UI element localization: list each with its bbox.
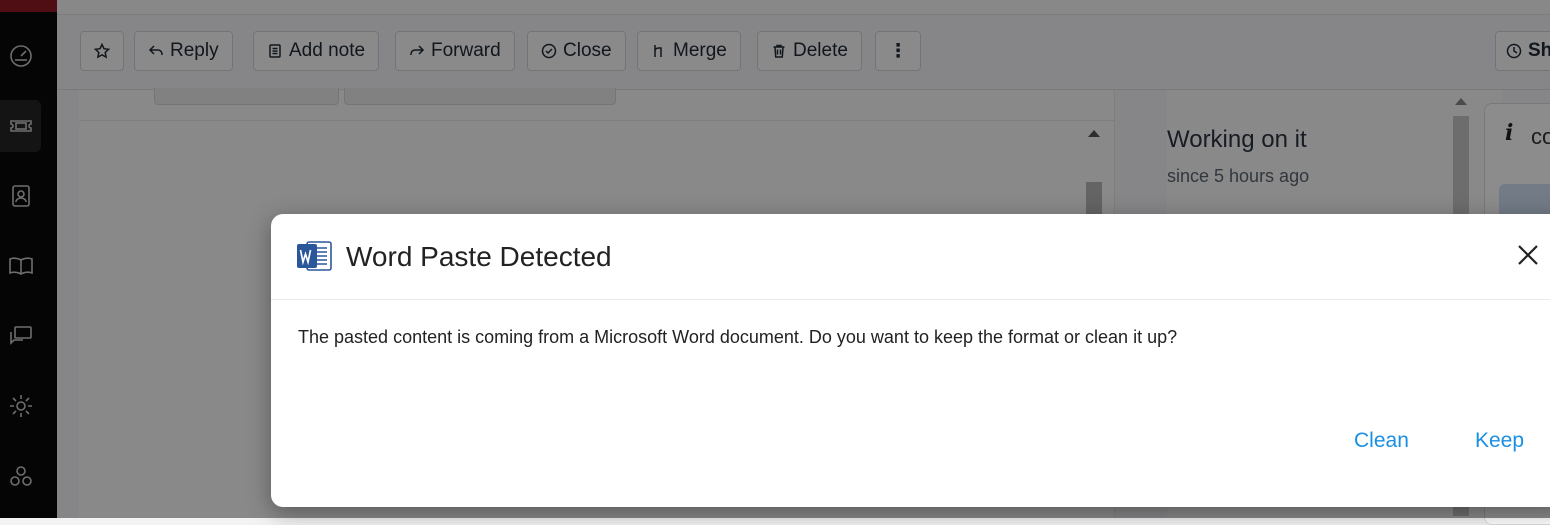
word-icon bbox=[297, 241, 332, 271]
close-icon bbox=[1518, 245, 1538, 265]
dialog-close-button[interactable] bbox=[1514, 241, 1542, 269]
word-paste-dialog: Word Paste Detected The pasted content i… bbox=[271, 214, 1550, 507]
clean-button[interactable]: Clean bbox=[1354, 429, 1409, 453]
dialog-title: Word Paste Detected bbox=[346, 241, 612, 272]
keep-button[interactable]: Keep bbox=[1475, 429, 1524, 453]
dialog-header: Word Paste Detected bbox=[271, 214, 1550, 300]
dialog-message: The pasted content is coming from a Micr… bbox=[298, 327, 1178, 347]
